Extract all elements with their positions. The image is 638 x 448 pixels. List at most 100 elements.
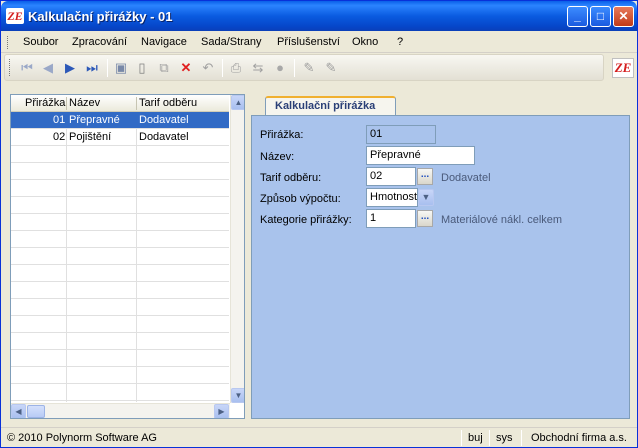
toolbar: ⏮ ◀ ▶ ⏭ ▣ ▯ ⧉ ✕ ↶ ⎙ ⇆ ● ✎ ✎ (4, 54, 604, 81)
app-logo-icon[interactable]: ZE (6, 8, 24, 24)
category-hint: Materiálové nákl. celkem (441, 214, 563, 226)
detail-panel: Přirážka: 01 Název: Přepravné Tarif odbě… (251, 115, 630, 419)
link-icon[interactable]: ⇆ (250, 60, 266, 76)
cell-name: Přepravné (69, 114, 120, 126)
scroll-down-icon[interactable]: ▼ (231, 388, 244, 403)
menu-bar: Soubor Zpracování Navigace Sada/Strany P… (1, 32, 637, 53)
menu-navigace[interactable]: Navigace (141, 36, 187, 48)
category-field[interactable]: 1 (366, 209, 416, 228)
close-button[interactable]: ✕ (613, 6, 634, 27)
empty-row[interactable] (11, 333, 229, 350)
first-record-icon[interactable]: ⏮ (19, 60, 35, 76)
table-row[interactable]: 02 Pojištění Dodavatel (11, 129, 229, 146)
cell-code: 02 (53, 131, 66, 143)
menu-prislusenstvi[interactable]: Příslušenství (277, 36, 340, 48)
records-grid[interactable]: Přirážka Název Tarif odběru 01 Přepravné… (10, 94, 245, 419)
menu-soubor[interactable]: Soubor (23, 36, 58, 48)
column-header-tariff[interactable]: Tarif odběru (139, 97, 197, 109)
menu-okno[interactable]: Okno (352, 36, 378, 48)
empty-row[interactable] (11, 367, 229, 384)
method-label: Způsob výpočtu: (260, 193, 341, 205)
tariff-label: Tarif odběru: (260, 172, 322, 184)
tariff-hint: Dodavatel (441, 172, 491, 184)
new-record-icon[interactable]: ▯ (134, 60, 150, 76)
menu-zpracovani[interactable]: Zpracování (72, 36, 127, 48)
toolbar-grip-icon[interactable] (9, 59, 12, 76)
app-logo-text: ZE (7, 9, 23, 23)
empty-row[interactable] (11, 214, 229, 231)
horizontal-scrollbar[interactable]: ◀ ▶ (11, 403, 230, 418)
empty-row[interactable] (11, 180, 229, 197)
undo-icon[interactable]: ↶ (200, 60, 216, 76)
empty-row[interactable] (11, 197, 229, 214)
tab-kalkulacni-prirazka[interactable]: Kalkulační přirážka (265, 96, 396, 116)
status-separator (489, 430, 490, 446)
column-separator[interactable] (136, 97, 137, 110)
brand-logo-icon: ZE (612, 58, 634, 78)
scroll-left-icon[interactable]: ◀ (11, 404, 26, 418)
menu-sada-strany[interactable]: Sada/Strany (201, 36, 262, 48)
brand-logo-text: ZE (614, 60, 632, 75)
maximize-button[interactable]: □ (590, 6, 611, 27)
empty-row[interactable] (11, 231, 229, 248)
empty-row[interactable] (11, 163, 229, 180)
cell-tariff: Dodavatel (139, 131, 189, 143)
scroll-thumb[interactable] (27, 405, 45, 418)
status-bar: © 2010 Polynorm Software AG buj sys Obch… (1, 427, 637, 447)
empty-row[interactable] (11, 350, 229, 367)
last-record-icon[interactable]: ⏭ (84, 60, 100, 76)
toolbar-separator (222, 59, 223, 77)
tariff-lookup-button[interactable]: ... (417, 168, 433, 185)
print-icon[interactable]: ⎙ (228, 60, 244, 76)
column-header-code[interactable]: Přirážka (25, 97, 65, 109)
empty-row[interactable] (11, 282, 229, 299)
vertical-scrollbar[interactable]: ▲ ▼ (230, 95, 244, 403)
name-label: Název: (260, 151, 295, 163)
app-window: ZE Kalkulační přirážky - 01 _ □ ✕ Soubor… (0, 0, 638, 448)
status-copyright: © 2010 Polynorm Software AG (7, 432, 157, 444)
empty-row[interactable] (11, 248, 229, 265)
menu-help[interactable]: ? (397, 36, 403, 48)
name-field[interactable]: Přepravné (366, 146, 475, 165)
method-select[interactable]: Hmotnost (366, 188, 418, 207)
window-title: Kalkulační přirážky - 01 (28, 9, 173, 24)
status-user: buj (468, 432, 483, 444)
empty-row[interactable] (11, 384, 229, 401)
column-header-name[interactable]: Název (69, 97, 100, 109)
status-company: Obchodní firma a.s. (531, 432, 627, 444)
chevron-down-icon[interactable]: ▼ (418, 189, 434, 206)
next-record-icon[interactable]: ▶ (62, 60, 78, 76)
delete-icon[interactable]: ✕ (178, 60, 194, 76)
empty-row[interactable] (11, 146, 229, 163)
tariff-field[interactable]: 02 (366, 167, 416, 186)
tab-label: Kalkulační přirážka (275, 100, 376, 112)
status-separator (461, 430, 462, 446)
table-row[interactable]: 01 Přepravné Dodavatel (11, 112, 229, 129)
copy-record-icon[interactable]: ⧉ (156, 60, 172, 76)
empty-row[interactable] (11, 316, 229, 333)
minimize-button[interactable]: _ (567, 6, 588, 27)
cell-code: 01 (53, 114, 66, 126)
column-separator[interactable] (66, 97, 67, 110)
edit-icon[interactable]: ✎ (301, 60, 317, 76)
menu-grip-icon[interactable] (7, 36, 10, 49)
grid-header: Přirážka Název Tarif odběru (11, 95, 229, 112)
status-separator (521, 430, 522, 446)
cell-tariff: Dodavatel (139, 114, 189, 126)
scroll-right-icon[interactable]: ▶ (214, 404, 229, 418)
empty-row[interactable] (11, 299, 229, 316)
save-icon[interactable]: ▣ (113, 60, 129, 76)
toolbar-separator (294, 59, 295, 77)
empty-row[interactable] (11, 265, 229, 282)
filter-icon[interactable]: ● (272, 60, 288, 76)
code-label: Přirážka: (260, 129, 304, 141)
category-lookup-button[interactable]: ... (417, 210, 433, 227)
scroll-up-icon[interactable]: ▲ (231, 95, 244, 110)
title-bar[interactable]: ZE Kalkulační přirážky - 01 _ □ ✕ (1, 1, 637, 31)
cell-name: Pojištění (69, 131, 112, 143)
toolbar-separator (107, 59, 108, 77)
previous-record-icon[interactable]: ◀ (40, 60, 56, 76)
edit-alt-icon[interactable]: ✎ (323, 60, 339, 76)
category-label: Kategorie přirážky: (260, 214, 352, 226)
status-system: sys (496, 432, 513, 444)
